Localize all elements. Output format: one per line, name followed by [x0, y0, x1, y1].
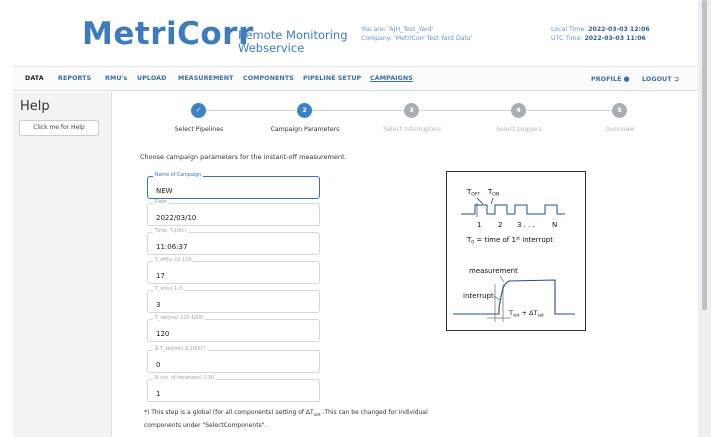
local-time-label: Local Time:	[551, 26, 587, 33]
scrollbar-thumb[interactable]	[702, 0, 707, 310]
footnote-line-2: components under "SelectComponents".	[144, 421, 267, 429]
logout-icon: ➲	[673, 75, 680, 83]
nav-profile[interactable]: PROFILE ●	[591, 75, 630, 83]
step-connector	[419, 110, 511, 111]
nav-campaigns[interactable]: CAMPAIGNS	[370, 75, 413, 82]
main-nav: DATA REPORTS RMU's UPLOAD MEASUREMENT CO…	[13, 66, 698, 91]
help-sidebar: Help Click me for Help	[13, 92, 112, 437]
subtitle-line-2: Webservice	[238, 41, 305, 55]
user-icon: ●	[623, 75, 630, 83]
footnote-line-1: *) This step is a global (for all compon…	[144, 409, 314, 416]
step-2-indicator[interactable]: 2	[297, 103, 312, 118]
interrupt-timing-diagram: TOFF TON 1 2 3 . . . N T0 = time of 1st …	[446, 171, 586, 331]
step-2-label: Campaign Parameters	[270, 126, 340, 133]
user-info: You are: 'AJH_Test_Yard' Company: 'Metri…	[361, 26, 511, 43]
tset-label: Tset + ΔTset	[508, 309, 544, 318]
ton-field[interactable]: T_on(s) 1-3 3	[147, 287, 320, 313]
help-title: Help	[20, 99, 50, 114]
step-3-label: Select Interrupters	[383, 126, 441, 133]
campaign-name-label: Name of Campaign	[153, 173, 204, 178]
measurement-label: measurement	[469, 267, 518, 275]
delta-tset-label: Δ T_set(ms) 0-2000 *	[153, 347, 208, 352]
step-5-indicator: 5	[612, 103, 627, 118]
user-name: You are: 'AJH_Test_Yard'	[361, 26, 434, 33]
step-connector	[526, 110, 618, 111]
help-button[interactable]: Click me for Help	[19, 120, 99, 136]
iterations-value: 1	[156, 390, 161, 398]
step-1-check-icon[interactable]: ✓	[191, 103, 206, 118]
profile-label: PROFILE	[591, 76, 622, 83]
toff-text: TOFF	[466, 188, 480, 198]
step-connector	[205, 110, 296, 111]
utc-time-label: UTC Time:	[551, 34, 583, 42]
time-field[interactable]: Time, T₀(Utc) 11:06:37	[147, 229, 320, 255]
iterations-field[interactable]: N (no. of iterations) 1-30 1	[147, 376, 320, 402]
tset-field[interactable]: T_set(ms) 120-1000 120	[147, 316, 320, 342]
date-field[interactable]: Date 2022/03/10	[147, 200, 320, 226]
tick-n: N	[552, 221, 557, 229]
toff-label: T_off(s) 12-119	[153, 258, 194, 263]
t0-caption: T0 = time of 1st interrupt	[466, 236, 553, 246]
ton-value: 3	[156, 301, 161, 309]
ton-pointer	[490, 197, 494, 205]
campaign-name-field[interactable]: Name of Campaign NEW	[147, 173, 320, 199]
step-5-label: Overview	[605, 126, 635, 133]
company-name: Company: 'MetriCorr Test Yard Data'	[361, 34, 473, 42]
ton-label: T_on(s) 1-3	[153, 287, 184, 292]
logout-label: LOGOUT	[642, 76, 672, 83]
nav-pipeline-setup[interactable]: PIPELINE SETUP	[303, 75, 361, 82]
wizard-stepper: ✓ 2 3 4 5 Select Pipelines Campaign Para…	[112, 92, 698, 142]
logo-subtitle: Remote Monitoring Webservice	[238, 29, 358, 55]
form-intro: Choose campaign parameters for the insta…	[140, 153, 347, 161]
app-header: MetriCorr Remote Monitoring Webservice Y…	[0, 0, 711, 66]
step-4-indicator: 4	[511, 103, 526, 118]
campaign-name-value: NEW	[156, 187, 173, 195]
toff-value: 17	[156, 272, 165, 280]
step-connector	[312, 110, 404, 111]
nav-logout[interactable]: LOGOUT ➲	[642, 75, 680, 83]
pulse-train	[461, 204, 565, 215]
step-3-indicator: 3	[404, 103, 419, 118]
delta-tset-field[interactable]: Δ T_set(ms) 0-2000 * 0	[147, 347, 320, 373]
nav-rmus[interactable]: RMU's	[105, 75, 127, 82]
measurement-pointer	[499, 275, 505, 283]
date-value: 2022/03/10	[156, 214, 197, 222]
tick-3: 3 . . .	[517, 221, 535, 229]
utc-time-value: 2022-03-03 11:06	[584, 34, 646, 42]
nav-data[interactable]: DATA	[25, 75, 44, 82]
nav-reports[interactable]: REPORTS	[58, 75, 91, 82]
interrupt-label: interrupt	[463, 292, 494, 300]
delta-tset-value: 0	[156, 361, 161, 369]
local-time-value: 2022-03-03 12:06	[588, 26, 650, 33]
toff-field[interactable]: T_off(s) 12-119 17	[147, 258, 320, 284]
footnote-line-1-end: .This can be changed for individual	[320, 409, 428, 416]
utc-time: UTC Time: 2022-03-03 11:06	[551, 35, 681, 44]
tick-1: 1	[477, 221, 481, 229]
footnote-sub: set	[313, 413, 321, 419]
metricorr-logo[interactable]: MetriCorr	[82, 16, 254, 52]
nav-components[interactable]: COMPONENTS	[243, 75, 294, 82]
tick-2: 2	[498, 221, 502, 229]
local-time: Local Time: 2022-03-03 12:06	[551, 26, 681, 35]
tset-label: T_set(ms) 120-1000	[153, 316, 206, 321]
nav-measurement[interactable]: MEASUREMENT	[178, 75, 233, 82]
footnote: *) This step is a global (for all compon…	[144, 408, 474, 430]
tset-value: 120	[156, 330, 170, 338]
ton-text: TON	[487, 188, 499, 198]
step-4-label: Select Loggers	[496, 126, 542, 133]
iterations-label: N (no. of iterations) 1-30	[153, 376, 217, 381]
time-info: Local Time: 2022-03-03 12:06 UTC Time: 2…	[551, 26, 681, 43]
time-label: Time, T₀(Utc)	[153, 229, 189, 234]
toff-pointer	[476, 197, 484, 205]
timing-diagram-svg: TOFF TON 1 2 3 . . . N T0 = time of 1st …	[453, 188, 575, 322]
time-value: 11:06:37	[156, 243, 188, 251]
step-1-label: Select Pipelines	[174, 126, 224, 133]
date-label: Date	[153, 200, 169, 205]
nav-upload[interactable]: UPLOAD	[137, 75, 166, 82]
